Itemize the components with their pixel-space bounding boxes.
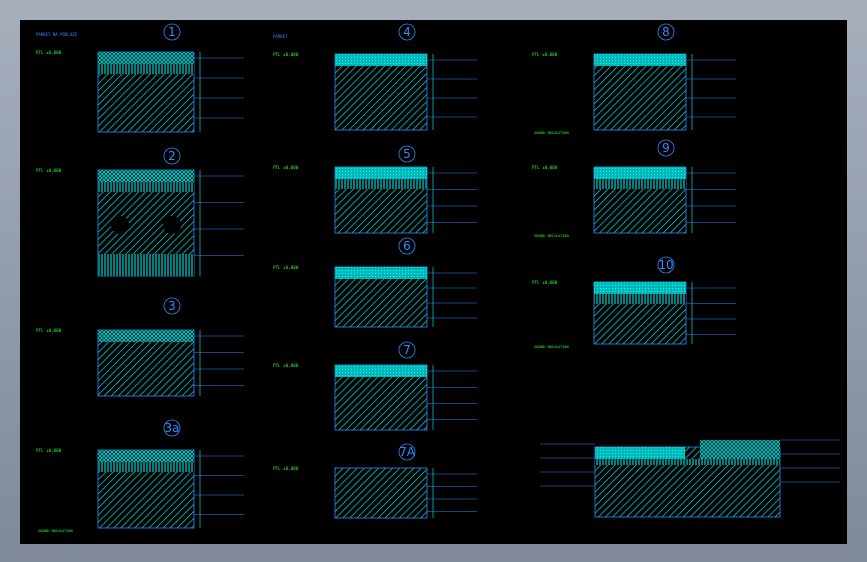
section-detail-1: 1 PTL ±0,000 PARKET NA PODLOZE <box>36 23 244 133</box>
section-detail-composite <box>540 439 840 518</box>
screed-layer <box>594 167 686 179</box>
insulation-layer <box>595 459 780 465</box>
level-label: PTL ±0,000 <box>273 265 299 270</box>
detail-title: PARKET <box>273 34 288 39</box>
insulation-layer <box>594 294 686 304</box>
screed-layer <box>98 450 194 462</box>
insulation-layer <box>98 462 194 472</box>
drawing-canvas: 1 PTL ±0,000 PARKET NA PODLOZE 2 PTL ±0,000 3… <box>20 20 847 544</box>
concrete-slab <box>334 467 428 519</box>
detail-title: PARKET NA PODLOZE <box>36 32 78 37</box>
sound-insulation-note: SOUND INSULATION <box>38 529 73 533</box>
sound-insulation-note: SOUND INSULATION <box>534 131 569 135</box>
detail-number: 3 <box>168 299 176 313</box>
detail-number: 1 <box>168 25 176 39</box>
section-detail-7: 7 PTL ±0,000 <box>273 341 477 431</box>
screed-layer <box>98 170 194 182</box>
detail-number: 10 <box>658 258 673 272</box>
detail-number: 9 <box>662 141 670 155</box>
level-label: PTL ±0,000 <box>36 448 62 453</box>
level-label: PTL ±0,000 <box>273 466 299 471</box>
level-label: PTL ±0,000 <box>532 52 558 57</box>
insulation-layer <box>335 179 427 189</box>
level-label: PTL ±0,000 <box>532 280 558 285</box>
level-label: PTL ±0,000 <box>532 165 558 170</box>
insulation-layer <box>98 182 194 192</box>
screed-layer <box>335 365 427 377</box>
detail-number: 6 <box>403 239 411 253</box>
sound-insulation-note: SOUND INSULATION <box>534 234 569 238</box>
level-label: PTL ±0,000 <box>36 168 62 173</box>
section-detail-9: 9 PTL ±0,000 SOUND INSULATION <box>532 139 736 238</box>
pipe-hole <box>163 216 181 234</box>
section-detail-2: 2 PTL ±0,000 <box>36 147 244 277</box>
section-detail-6: 6 PTL ±0,000 <box>273 237 477 328</box>
section-detail-10: 10 PTL ±0,000 SOUND INSULATION <box>532 256 736 349</box>
level-label: PTL ±0,000 <box>273 52 299 57</box>
screed-layer <box>335 54 427 66</box>
section-detail-3: 3 PTL ±0,000 <box>36 297 244 397</box>
insulation-layer <box>594 179 686 189</box>
level-label: PTL ±0,000 <box>273 165 299 170</box>
section-detail-4: 4 PTL ±0,000 PARKET <box>273 23 477 131</box>
raised-layer <box>700 440 780 459</box>
detail-number: 3a <box>165 421 180 435</box>
insulation-layer <box>98 64 194 74</box>
bottom-layer <box>98 254 194 276</box>
floor-section-drawing: 1PTL ±0,000PARKET NA PODLOZE2PTL ±0,0003… <box>36 23 840 533</box>
detail-number: 8 <box>662 25 670 39</box>
detail-number: 7 <box>403 343 411 357</box>
pipe-hole <box>111 216 129 234</box>
screed-layer <box>98 330 194 342</box>
level-label: PTL ±0,000 <box>36 50 62 55</box>
section-detail-8: 8 PTL ±0,000 SOUND INSULATION <box>532 23 736 135</box>
detail-number: 2 <box>168 149 176 163</box>
section-detail-7A: 7A PTL ±0,000 <box>273 443 477 519</box>
screed-layer <box>594 282 686 294</box>
screed-layer <box>335 167 427 179</box>
screed-layer <box>98 52 194 64</box>
screed-layer <box>335 267 427 279</box>
detail-number: 5 <box>403 147 411 161</box>
detail-number: 7A <box>399 445 416 459</box>
sound-insulation-note: SOUND INSULATION <box>534 345 569 349</box>
section-detail-5: 5 PTL ±0,000 <box>273 145 477 234</box>
level-label: PTL ±0,000 <box>36 328 62 333</box>
level-label: PTL ±0,000 <box>273 363 299 368</box>
detail-number: 4 <box>403 25 411 39</box>
section-detail-3a: 3a PTL ±0,000 SOUND INSULATION <box>36 419 244 533</box>
screed-layer <box>595 447 685 459</box>
screed-layer <box>594 54 686 66</box>
application-frame: 1 PTL ±0,000 PARKET NA PODLOZE 2 PTL ±0,000 3… <box>0 0 867 562</box>
